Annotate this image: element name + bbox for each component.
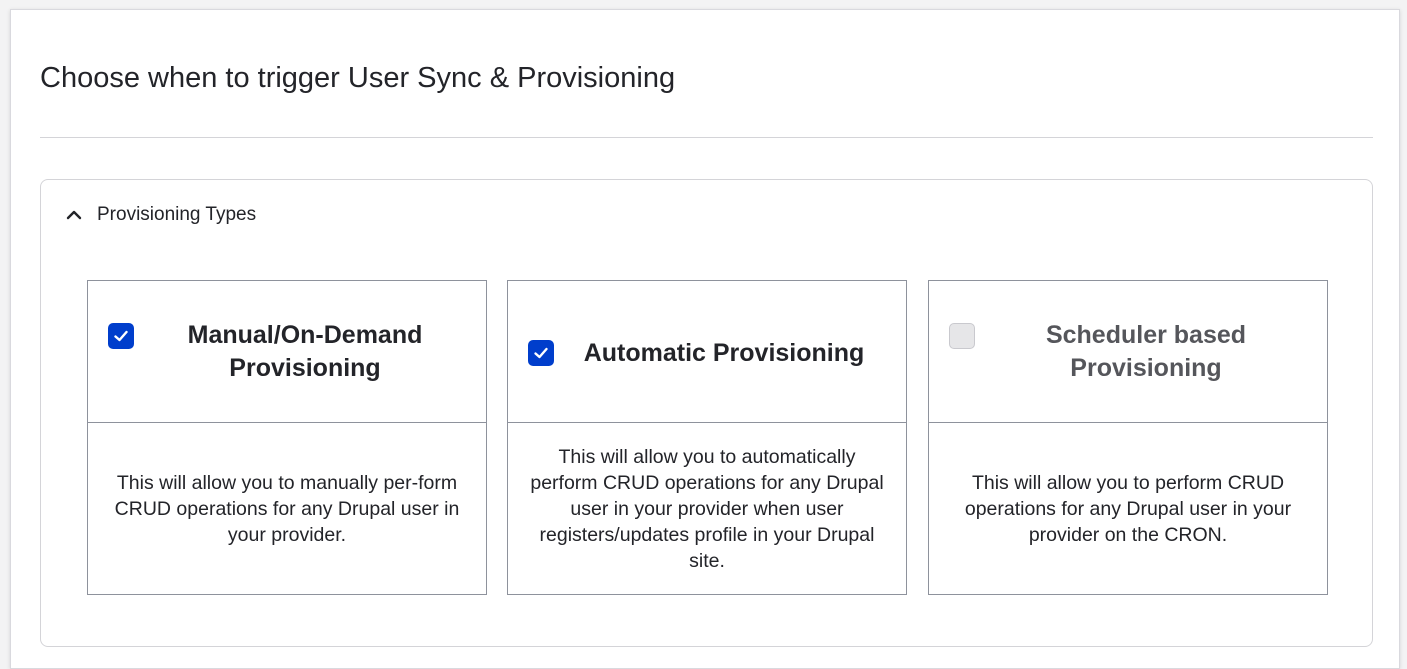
card-body: This will allow you to automatically per… — [508, 423, 906, 594]
card-title: Scheduler based Provisioning — [1045, 321, 1247, 382]
settings-panel: Choose when to trigger User Sync & Provi… — [10, 9, 1400, 669]
card-description: This will allow you to manually per-form… — [114, 471, 460, 546]
card-header: Automatic Provisioning — [508, 281, 906, 423]
card-header: Manual/On-Demand Provisioning — [88, 281, 486, 423]
card-body: This will allow you to manually per-form… — [88, 423, 486, 594]
card-scheduler-provisioning: Scheduler based Provisioning This will a… — [928, 280, 1328, 595]
provisioning-types-section: Provisioning Types Manual/On-Demand Prov… — [40, 179, 1373, 647]
check-icon — [114, 330, 128, 342]
provisioning-types-toggle[interactable]: Provisioning Types — [63, 200, 256, 230]
title-divider — [40, 137, 1373, 138]
card-title: Automatic Provisioning — [583, 339, 865, 367]
card-manual-provisioning: Manual/On-Demand Provisioning This will … — [87, 280, 487, 595]
section-label: Provisioning Types — [97, 204, 257, 225]
card-description: This will allow you to automatically per… — [530, 445, 884, 572]
check-icon — [534, 347, 548, 359]
manual-provisioning-checkbox[interactable] — [108, 323, 134, 349]
card-body: This will allow you to perform CRUD oper… — [929, 423, 1327, 594]
card-automatic-provisioning: Automatic Provisioning This will allow y… — [507, 280, 907, 595]
card-description: This will allow you to perform CRUD oper… — [964, 471, 1292, 546]
scheduler-provisioning-checkbox[interactable] — [949, 323, 975, 349]
card-title: Manual/On-Demand Provisioning — [187, 321, 423, 382]
chevron-up-icon — [63, 204, 85, 226]
automatic-provisioning-checkbox[interactable] — [528, 340, 554, 366]
card-header: Scheduler based Provisioning — [929, 281, 1327, 423]
page-title: Choose when to trigger User Sync & Provi… — [40, 62, 676, 94]
